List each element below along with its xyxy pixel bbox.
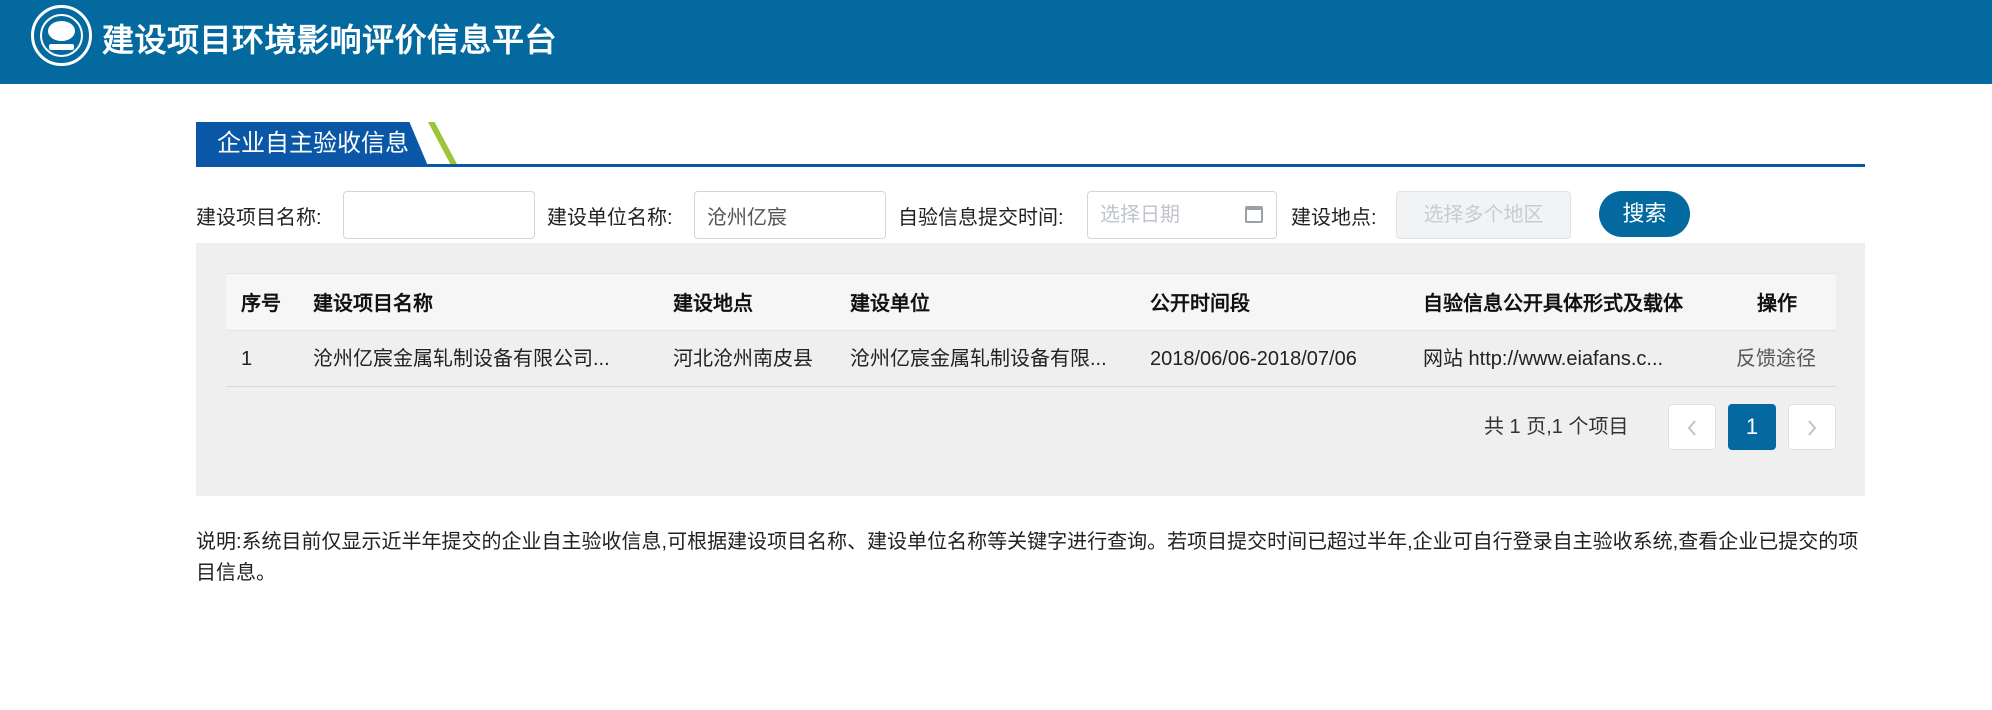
submit-time-label: 自验信息提交时间: [898,207,1064,229]
logo-band [49,44,74,50]
table-header: 序号 建设项目名称 建设地点 建设单位 公开时间段 自验信息公开具体形式及载体 … [226,273,1836,331]
info-note: 说明:系统目前仅显示近半年提交的企业自主验收信息,可根据建设项目名称、建设单位名… [196,531,1859,584]
logo-globe [48,21,75,41]
table-row[interactable]: 1 沧州亿宸金属轧制设备有限公司... 河北沧州南皮县 沧州亿宸金属轧制设备有限… [226,331,1836,387]
pager-summary: 共 1 页,1 个项目 [1484,416,1629,438]
col-location: 建设地点 [673,293,753,315]
project-name-label: 建设项目名称: [196,207,322,229]
col-carrier: 自验信息公开具体形式及载体 [1423,293,1683,315]
location-label: 建设地点: [1291,207,1377,229]
mee-logo-icon[interactable] [31,5,92,66]
feedback-link[interactable]: 反馈途径 [1736,346,1816,372]
row-index: 1 [241,348,253,370]
col-action: 操作 [1757,293,1797,315]
search-button[interactable]: 搜索 [1599,191,1690,237]
row-project-name[interactable]: 沧州亿宸金属轧制设备有限公司... [313,346,658,372]
section-title: 企业自主验收信息 [217,130,409,157]
col-unit: 建设单位 [850,293,930,315]
col-project-name: 建设项目名称 [313,293,433,315]
col-index: 序号 [241,293,281,315]
page-1-button[interactable]: 1 [1728,404,1776,450]
chevron-left-icon [1687,420,1696,436]
section-tab-stripe [428,122,458,166]
unit-name-input[interactable] [694,191,886,239]
region-multiselect[interactable] [1396,191,1571,239]
project-name-input[interactable] [343,191,535,239]
row-unit: 沧州亿宸金属轧制设备有限... [850,348,1107,370]
site-title[interactable]: 建设项目环境影响评价信息平台 [102,20,557,60]
unit-name-label: 建设单位名称: [547,207,673,229]
col-period: 公开时间段 [1150,293,1250,315]
section-divider [196,164,1865,167]
row-location: 河北沧州南皮县 [673,348,813,370]
prev-page-button[interactable] [1668,404,1716,450]
chevron-right-icon [1808,420,1817,436]
row-period: 2018/06/06-2018/07/06 [1150,348,1357,370]
calendar-icon[interactable] [1245,206,1263,223]
next-page-button[interactable] [1788,404,1836,450]
site-header: 建设项目环境影响评价信息平台 [0,0,1992,84]
row-carrier[interactable]: 网站 http://www.eiafans.c... [1423,346,1743,372]
